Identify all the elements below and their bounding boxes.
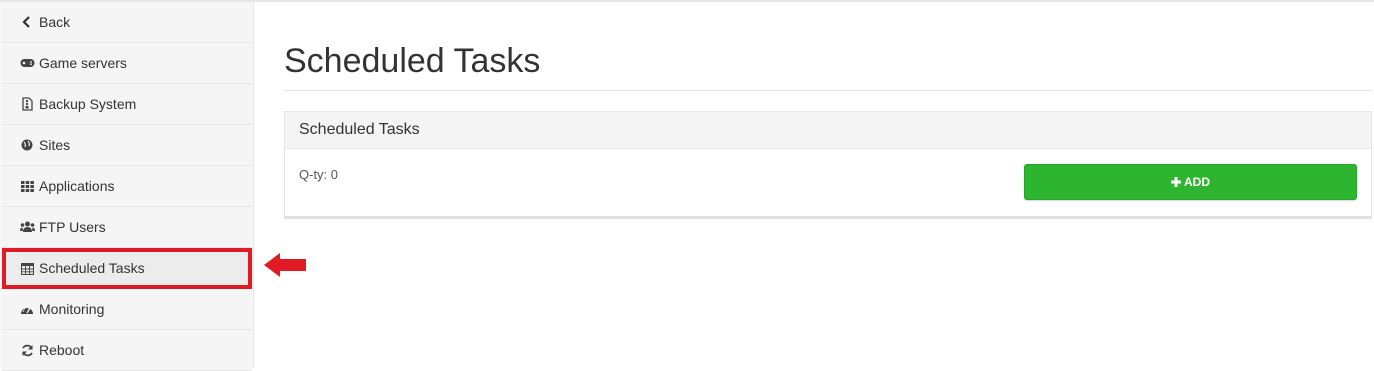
users-icon <box>19 219 35 235</box>
sidebar-item-ftp-users[interactable]: FTP Users <box>2 207 252 248</box>
sidebar-item-label: Sites <box>39 137 71 153</box>
plus-icon <box>1171 177 1181 187</box>
globe-icon <box>19 137 35 153</box>
sidebar-item-label: Back <box>39 14 71 30</box>
refresh-icon <box>19 342 35 358</box>
sidebar-item-label: Scheduled Tasks <box>39 260 145 276</box>
sidebar-item-label: Applications <box>39 178 115 194</box>
sidebar-item-label: Game servers <box>39 55 127 71</box>
dashboard-icon <box>19 301 35 317</box>
grid-icon <box>19 178 35 194</box>
file-archive-icon <box>19 96 35 112</box>
sidebar-item-label: FTP Users <box>39 219 106 235</box>
sidebar-item-applications[interactable]: Applications <box>2 166 252 207</box>
sidebar-item-scheduled-tasks[interactable]: Scheduled Tasks <box>2 248 252 289</box>
annotation-arrow-icon <box>264 253 306 277</box>
sidebar-item-reboot[interactable]: Reboot <box>2 330 252 371</box>
sidebar-item-label: Reboot <box>39 342 85 358</box>
sidebar-item-back[interactable]: Back <box>2 2 252 43</box>
quantity-count: Q-ty: 0 <box>299 167 339 182</box>
page-title: Scheduled Tasks <box>284 42 541 80</box>
scheduled-tasks-panel: Scheduled Tasks Q-ty: 0 ADD <box>284 111 1372 219</box>
title-divider <box>284 90 1372 91</box>
add-task-button[interactable]: ADD <box>1024 164 1357 200</box>
sidebar-item-label: Backup System <box>39 96 137 112</box>
sidebar: Back Game servers Backup System Sites Ap… <box>0 2 254 371</box>
calendar-icon <box>19 260 35 276</box>
panel-heading: Scheduled Tasks <box>285 112 1371 149</box>
add-button-label: ADD <box>1184 175 1210 189</box>
sidebar-item-game-servers[interactable]: Game servers <box>2 43 252 84</box>
sidebar-item-label: Monitoring <box>39 301 105 317</box>
sidebar-item-sites[interactable]: Sites <box>2 125 252 166</box>
sidebar-item-backup-system[interactable]: Backup System <box>2 84 252 125</box>
sidebar-item-monitoring[interactable]: Monitoring <box>2 289 252 330</box>
gamepad-icon <box>19 55 35 71</box>
chevron-left-icon <box>19 14 35 30</box>
